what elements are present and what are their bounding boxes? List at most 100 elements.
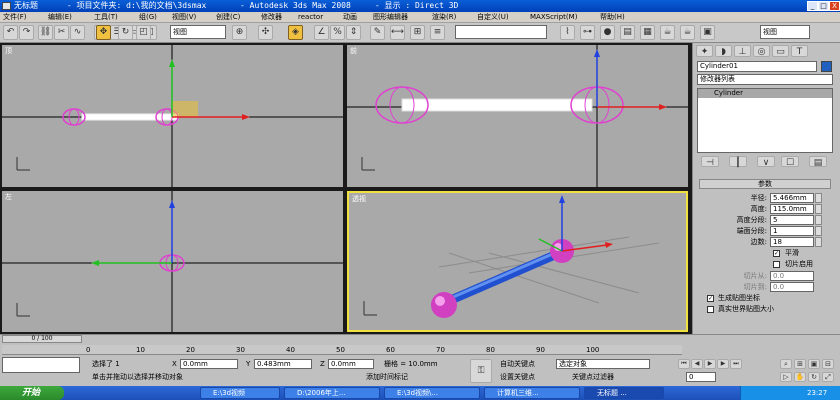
maxscript-listener[interactable] (2, 357, 80, 373)
track-bar[interactable]: 0 10 20 30 40 50 60 70 80 90 100 (2, 345, 682, 355)
utilities-tab-icon[interactable]: T (791, 45, 808, 57)
object-color-swatch[interactable] (821, 61, 832, 72)
maximize-button[interactable]: □ (818, 1, 829, 11)
viewport-top[interactable]: 顶 (2, 45, 343, 187)
viewport-left-label[interactable]: 左 (5, 192, 12, 202)
prev-frame-icon[interactable]: ◀ (691, 359, 703, 369)
y-coord-input[interactable]: 0.483mm (254, 359, 312, 369)
modifier-list-dropdown[interactable]: 修改器列表 (697, 74, 833, 85)
bind-space-warp-icon[interactable]: ∿ (70, 25, 85, 40)
orbit-icon[interactable]: ↻ (808, 372, 820, 382)
time-slider[interactable]: 0 / 100 (2, 335, 82, 343)
angle-snap-icon[interactable]: ∠ (314, 25, 329, 40)
height-input[interactable]: 115.0mm (770, 204, 814, 214)
start-button[interactable]: 开始 (0, 386, 64, 400)
gen-mapping-checkbox[interactable]: ✓ (707, 295, 714, 302)
viewport-left[interactable]: 左 (2, 191, 343, 332)
named-selection-dropdown[interactable] (455, 25, 547, 39)
sides-input[interactable]: 18 (770, 237, 814, 247)
zoom-icon[interactable]: ⌕ (780, 359, 792, 369)
sides-spinner[interactable] (815, 237, 822, 247)
select-link-icon[interactable]: ⛓ (38, 25, 53, 40)
stack-item-cylinder[interactable]: Cylinder (698, 89, 832, 98)
snap-toggle-icon[interactable]: ◈ (288, 25, 303, 40)
zoom-extents-icon[interactable]: ▣ (808, 359, 820, 369)
cap-segments-input[interactable]: 1 (770, 226, 814, 236)
zoom-extents-all-icon[interactable]: ⊟ (822, 359, 834, 369)
radius-input[interactable]: 5.466mm (770, 193, 814, 203)
current-frame-input[interactable]: 0 (686, 372, 716, 382)
viewport-persp-label[interactable]: 透视 (352, 194, 366, 204)
task-item-2[interactable]: D:\2006年上... (284, 387, 380, 399)
remove-modifier-icon[interactable]: ☐ (781, 156, 799, 168)
menu-file[interactable]: 文件(F) (3, 13, 27, 22)
menu-animation[interactable]: 动画 (343, 13, 357, 22)
selected-object-dropdown[interactable]: 选定对象 (556, 359, 650, 369)
slice-on-checkbox[interactable] (773, 261, 780, 268)
manipulate-icon[interactable]: ✣ (258, 25, 273, 40)
minimize-button[interactable]: _ (807, 1, 818, 11)
fov-icon[interactable]: ▷ (780, 372, 792, 382)
mirror-icon[interactable]: ⟷ (390, 25, 405, 40)
unlink-icon[interactable]: ✂ (54, 25, 69, 40)
pan-icon[interactable]: ✋ (794, 372, 806, 382)
viewport-front[interactable]: 前 (347, 45, 688, 187)
height-spinner[interactable] (815, 204, 822, 214)
render-active-icon[interactable]: ▣ (700, 25, 715, 40)
modify-tab-icon[interactable]: ◗ (715, 45, 732, 57)
goto-end-icon[interactable]: ⏭ (730, 359, 742, 369)
goto-start-icon[interactable]: ⏮ (678, 359, 690, 369)
pin-stack-icon[interactable]: ⊣ (701, 156, 719, 168)
height-segments-input[interactable]: 5 (770, 215, 814, 225)
scale-icon[interactable]: ◰ (136, 25, 151, 40)
menu-group[interactable]: 组(G) (139, 13, 157, 22)
auto-key-button[interactable]: 自动关键点 (500, 359, 535, 369)
slice-to-input[interactable]: 0.0 (770, 282, 814, 292)
task-item-3[interactable]: E:\3d视频\... (384, 387, 480, 399)
task-item-5[interactable]: 无标题 ... (584, 387, 664, 399)
x-coord-input[interactable]: 0.0mm (180, 359, 238, 369)
add-time-tag[interactable]: 添加时间标记 (366, 372, 408, 382)
render-setup-icon[interactable]: ▤ (620, 25, 635, 40)
radius-spinner[interactable] (815, 193, 822, 203)
key-filters-button[interactable]: 关键点过滤器 (572, 372, 614, 382)
next-frame-icon[interactable]: ▶ (717, 359, 729, 369)
pivot-center-icon[interactable]: ⊕ (232, 25, 247, 40)
motion-tab-icon[interactable]: ◎ (753, 45, 770, 57)
curve-editor-icon[interactable]: ⌇ (560, 25, 575, 40)
undo-icon[interactable]: ↶ (3, 25, 18, 40)
menu-maxscript[interactable]: MAXScript(M) (530, 13, 577, 22)
menu-tools[interactable]: 工具(T) (94, 13, 118, 22)
zoom-all-icon[interactable]: ⊞ (794, 359, 806, 369)
menu-views[interactable]: 视图(V) (172, 13, 196, 22)
menu-reactor[interactable]: reactor (298, 13, 323, 22)
object-name-input[interactable]: Cylinder01 (697, 61, 817, 72)
move-icon[interactable]: ✥ (96, 25, 111, 40)
render-production-icon[interactable]: ☕ (680, 25, 695, 40)
spinner-snap-icon[interactable]: ⇕ (346, 25, 361, 40)
display-tab-icon[interactable]: ▭ (772, 45, 789, 57)
task-item-1[interactable]: E:\3d视频 (200, 387, 280, 399)
z-coord-input[interactable]: 0.0mm (328, 359, 374, 369)
render-frame-icon[interactable]: ▦ (640, 25, 655, 40)
slice-from-input[interactable]: 0.0 (770, 271, 814, 281)
show-end-result-icon[interactable]: ┃ (729, 156, 747, 168)
viewport-front-label[interactable]: 前 (350, 46, 357, 56)
menu-graph-editors[interactable]: 图形编辑器 (373, 13, 408, 22)
key-icon[interactable]: ⚿ (470, 359, 492, 383)
align-icon[interactable]: ⊞ (410, 25, 425, 40)
cap-segments-spinner[interactable] (815, 226, 822, 236)
redo-icon[interactable]: ↷ (19, 25, 34, 40)
layer-icon[interactable]: ≡ (430, 25, 445, 40)
schematic-view-icon[interactable]: ⊶ (580, 25, 595, 40)
set-key-button[interactable]: 设置关键点 (500, 372, 535, 382)
edit-named-selection-icon[interactable]: ✎ (370, 25, 385, 40)
create-tab-icon[interactable]: ✦ (696, 45, 713, 57)
params-rollout-header[interactable]: 参数 (699, 179, 831, 189)
smooth-checkbox[interactable]: ✓ (773, 250, 780, 257)
make-unique-icon[interactable]: ∨ (757, 156, 775, 168)
menu-rendering[interactable]: 渲染(R) (432, 13, 456, 22)
configure-sets-icon[interactable]: ▤ (809, 156, 827, 168)
menu-edit[interactable]: 编辑(E) (48, 13, 72, 22)
task-item-4[interactable]: 计算机三维... (484, 387, 580, 399)
